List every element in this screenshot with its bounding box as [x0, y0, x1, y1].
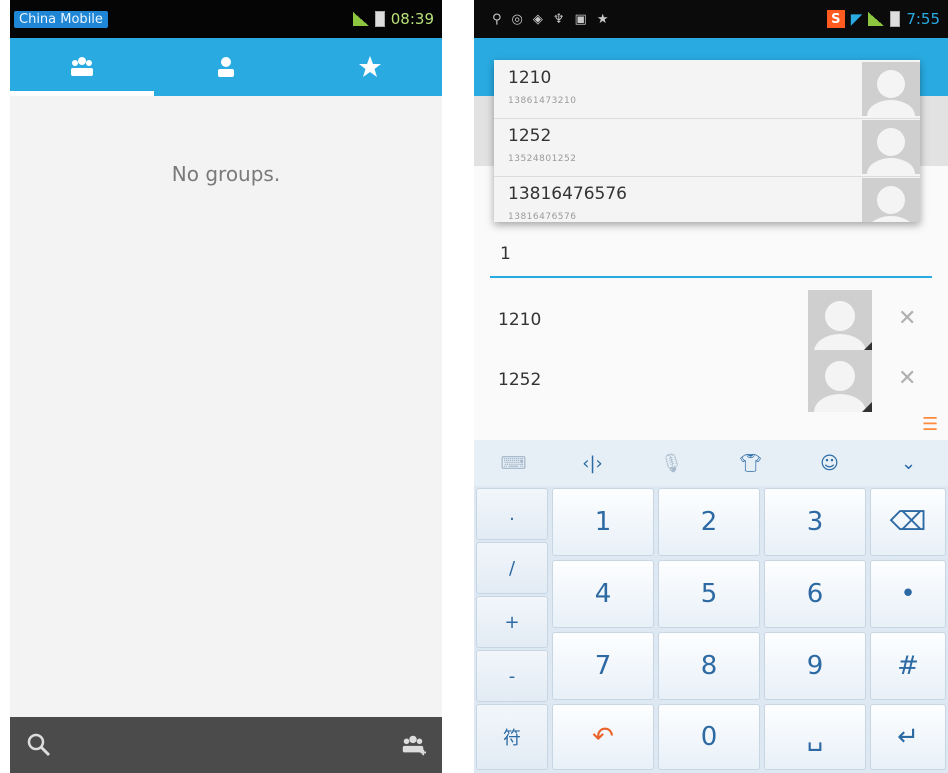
key-9[interactable]: 9 [764, 632, 866, 700]
suggestion-number: 13816476576 [508, 212, 577, 222]
status-bar: China Mobile 08:39 [10, 0, 442, 38]
key-symbol[interactable]: / [476, 542, 548, 594]
sogou-input-icon: S [826, 10, 845, 28]
space-key[interactable]: ␣ [764, 704, 866, 770]
recipient-input-text: 1 [500, 244, 511, 264]
contact-avatar-icon [862, 62, 920, 116]
symbols-mode-key[interactable]: 符 [476, 704, 548, 770]
key-7[interactable]: 7 [552, 632, 654, 700]
numeric-keyboard: ⌨ ‹|› 🎙︎ 👕︎ ☺ ⌄ . / + - 符 1 2 3 ⌫ 4 5 6 … [474, 440, 948, 773]
suggestion-item[interactable]: 1252 13524801252 [494, 118, 920, 177]
tab-groups[interactable] [10, 38, 154, 96]
emoji-icon[interactable]: ☺ [790, 453, 869, 474]
key-3[interactable]: 3 [764, 488, 866, 556]
battery-icon [374, 11, 385, 27]
status-bar: ⚲ ◎ ◈ ♆ ▣ ★ S ◤ 7:55 [474, 0, 948, 38]
recipient-name: 1252 [498, 370, 542, 390]
contact-avatar-icon [862, 178, 920, 222]
carrier-label: China Mobile [14, 10, 108, 28]
skin-icon[interactable]: 👕︎ [711, 453, 790, 474]
usb-icon: ⚲ [492, 11, 502, 27]
suggestion-number: 13861473210 [508, 96, 577, 106]
wifi-icon: ◤ [850, 10, 863, 28]
key-symbol[interactable]: . [476, 488, 548, 540]
compose-recipient-screen: ⚲ ◎ ◈ ♆ ▣ ★ S ◤ 7:55 1210 13861473210 12… [474, 0, 948, 773]
recipient-input[interactable]: 1 [490, 240, 932, 278]
contact-suggestions-dropdown: 1210 13861473210 1252 13524801252 138164… [494, 60, 920, 222]
microphone-icon[interactable]: 🎙︎ [632, 453, 711, 474]
add-group-icon[interactable] [400, 732, 426, 758]
signal-icon [868, 12, 885, 26]
key-2[interactable]: 2 [658, 488, 760, 556]
key-0[interactable]: 0 [658, 704, 760, 770]
tab-contacts[interactable] [154, 38, 298, 96]
key-1[interactable]: 1 [552, 488, 654, 556]
sync-icon: ◎ [511, 11, 523, 27]
suggestion-item[interactable]: 13816476576 13816476576 [494, 176, 920, 222]
key-symbol[interactable]: - [476, 650, 548, 702]
suggestion-name: 1210 [508, 68, 552, 88]
key-8[interactable]: 8 [658, 632, 760, 700]
contact-icon [218, 57, 234, 77]
groups-screen: China Mobile 08:39 No groups. [10, 0, 442, 773]
contact-avatar-icon [808, 350, 872, 412]
signal-icon [352, 12, 369, 26]
keyboard-toolbar: ⌨ ‹|› 🎙︎ 👕︎ ☺ ⌄ [474, 440, 948, 486]
suggestion-name: 1252 [508, 126, 552, 146]
tab-bar [10, 38, 442, 96]
remove-recipient-icon[interactable]: ✕ [898, 306, 916, 331]
empty-groups-message: No groups. [171, 162, 281, 186]
message-icon: ▣ [574, 11, 587, 27]
battery-icon [890, 11, 901, 27]
contact-avatar-icon [862, 120, 920, 174]
status-time: 08:39 [390, 10, 434, 28]
groups-icon [71, 57, 93, 76]
key-dot[interactable]: • [870, 560, 946, 628]
recipient-name: 1210 [498, 310, 542, 330]
key-6[interactable]: 6 [764, 560, 866, 628]
suggestion-item[interactable]: 1210 13861473210 [494, 60, 920, 119]
contact-avatar-icon [808, 290, 872, 352]
key-symbol[interactable]: + [476, 596, 548, 648]
recipient-chip: 1252 ✕ [474, 350, 948, 412]
collapse-keyboard-icon[interactable]: ⌄ [869, 453, 948, 474]
tab-favorites[interactable] [298, 38, 442, 96]
suggestion-name: 13816476576 [508, 184, 627, 204]
key-5[interactable]: 5 [658, 560, 760, 628]
usb-debug-icon: ♆ [552, 11, 565, 27]
bottom-action-bar [10, 717, 442, 773]
search-icon[interactable] [26, 732, 52, 758]
status-time: 7:55 [906, 10, 940, 28]
location-icon: ◈ [532, 11, 543, 27]
enter-key[interactable]: ↵ [870, 704, 946, 770]
keyboard-brand-icon: ☰ [922, 414, 939, 435]
remove-recipient-icon[interactable]: ✕ [898, 366, 916, 391]
cursor-move-icon[interactable]: ‹|› [553, 453, 632, 474]
favorite-icon: ★ [596, 11, 609, 27]
key-hash[interactable]: # [870, 632, 946, 700]
star-icon [359, 56, 381, 77]
backspace-key[interactable]: ⌫ [870, 488, 946, 556]
keyboard-switch-icon[interactable]: ⌨ [474, 453, 553, 474]
recipient-chip: 1210 ✕ [474, 290, 948, 352]
undo-icon[interactable]: ↶ [552, 704, 654, 770]
suggestion-number: 13524801252 [508, 154, 577, 164]
key-4[interactable]: 4 [552, 560, 654, 628]
